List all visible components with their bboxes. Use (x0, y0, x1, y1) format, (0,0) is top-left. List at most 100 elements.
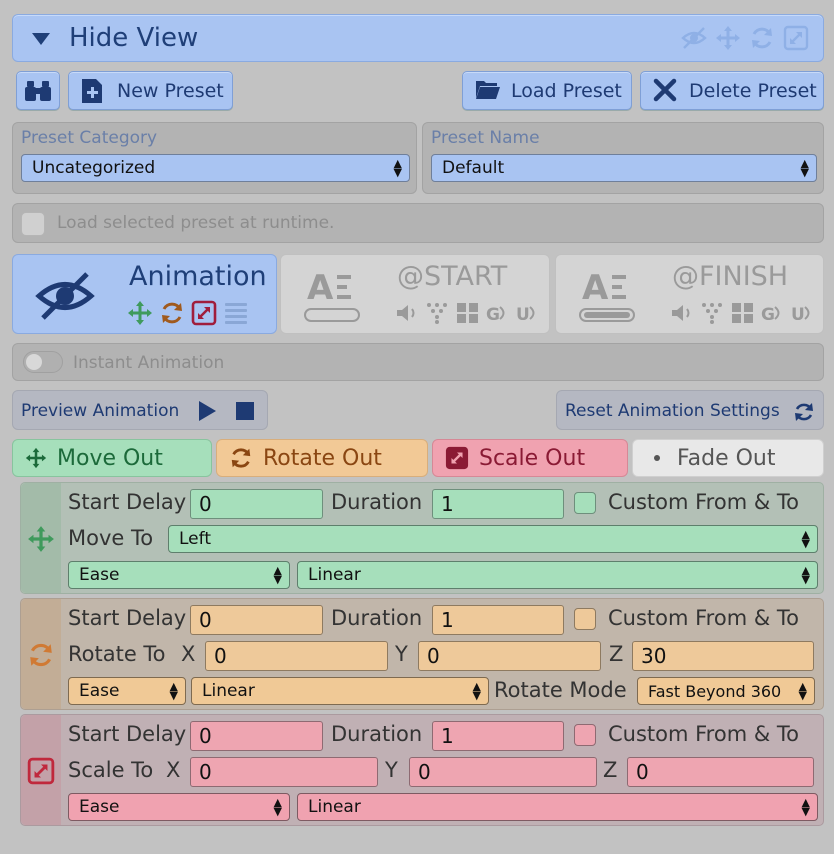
rotate-curve-value: Linear (202, 681, 255, 701)
rotate-ease-select[interactable]: Ease ▲ ▼ (68, 677, 186, 705)
rotate-icon (27, 641, 55, 669)
scale-z-value: 0 (636, 760, 649, 784)
tab-fade-out-label: Fade Out (677, 445, 776, 471)
rotate-mode-select[interactable]: Fast Beyond 360 ▲ ▼ (637, 677, 815, 705)
refresh-icon (793, 401, 815, 423)
select-arrows-icon: ▲ ▼ (801, 528, 810, 550)
preset-category-label: Preset Category (21, 128, 158, 148)
move-curve-select[interactable]: Linear ▲ ▼ (297, 561, 818, 589)
tab-animation[interactable]: Animation (12, 254, 277, 334)
rotate-curve-select[interactable]: Linear ▲ ▼ (191, 677, 489, 705)
instant-animation-toggle[interactable] (23, 351, 63, 373)
svg-text:G: G (761, 305, 775, 325)
tab-animation-label: Animation (129, 261, 267, 292)
close-icon (653, 78, 679, 104)
move-start-delay-value: 0 (199, 492, 212, 516)
rotate-icon[interactable] (749, 25, 775, 51)
scale-y-label: Y (385, 758, 398, 782)
tab-scale-out[interactable]: Scale Out (432, 439, 628, 477)
scale-start-delay-label: Start Delay (68, 722, 187, 746)
move-ease-select[interactable]: Ease ▲ ▼ (68, 561, 290, 589)
select-arrows-icon: ▲ ▼ (273, 796, 282, 818)
tab-fade-out[interactable]: Fade Out (632, 439, 824, 477)
tab-start-icons: G U (395, 301, 541, 325)
move-to-select[interactable]: Left ▲ ▼ (168, 525, 818, 553)
move-panel: Start Delay 0 Duration 1 Custom From & T… (20, 482, 824, 594)
scale-icon (27, 757, 55, 785)
select-arrows-icon: ▲ ▼ (801, 796, 810, 818)
instant-animation-row: Instant Animation (12, 343, 824, 381)
tab-rotate-out[interactable]: Rotate Out (216, 439, 428, 477)
new-preset-label: New Preset (117, 79, 224, 102)
move-icon (25, 447, 47, 469)
svg-text:G: G (486, 305, 500, 325)
particles-icon (702, 303, 722, 324)
eye-slash-icon[interactable] (681, 25, 707, 51)
scale-start-delay-input[interactable]: 0 (190, 721, 323, 751)
preset-category-box: Preset Category Uncategorized ▲ ▼ (12, 122, 417, 194)
delete-preset-button[interactable]: Delete Preset (640, 71, 824, 110)
move-duration-input[interactable]: 1 (432, 489, 564, 519)
rotate-z-value: 30 (641, 644, 667, 668)
scale-curve-value: Linear (308, 797, 361, 817)
scale-custom-checkbox[interactable] (574, 724, 596, 746)
new-preset-button[interactable]: New Preset (68, 71, 233, 110)
rotate-x-input[interactable]: 0 (205, 641, 388, 671)
rotate-panel: Start Delay 0 Duration 1 Custom From & T… (20, 598, 824, 710)
instant-animation-label: Instant Animation (73, 353, 225, 373)
rotate-mode-value: Fast Beyond 360 (648, 681, 782, 701)
preview-animation-bar: Preview Animation (12, 390, 268, 430)
scale-z-input[interactable]: 0 (627, 757, 814, 787)
play-icon[interactable] (197, 400, 217, 422)
move-start-delay-input[interactable]: 0 (190, 489, 323, 519)
scale-icon[interactable] (783, 25, 809, 51)
scale-duration-input[interactable]: 1 (432, 721, 564, 751)
preset-name-select[interactable]: Default ▲ ▼ (431, 154, 817, 182)
tab-move-out[interactable]: Move Out (12, 439, 212, 477)
move-icon (127, 300, 153, 326)
select-arrows-icon: ▲ ▼ (800, 157, 809, 179)
move-start-delay-label: Start Delay (68, 490, 187, 514)
rotate-duration-input[interactable]: 1 (432, 605, 564, 635)
load-at-runtime-label: Load selected preset at runtime. (57, 213, 335, 233)
search-presets-button[interactable] (16, 71, 60, 110)
header-bar[interactable]: Hide View (12, 14, 824, 62)
tab-start[interactable]: A @START G U (280, 254, 550, 334)
grid-icon (732, 303, 753, 323)
fade-icon (223, 300, 249, 326)
game-event-icon: G (486, 305, 505, 325)
reset-animation-button[interactable]: Reset Animation Settings (556, 390, 824, 430)
svg-text:U: U (516, 305, 530, 325)
move-custom-checkbox[interactable] (574, 492, 596, 514)
rotate-icon (229, 446, 253, 470)
preset-name-label: Preset Name (431, 128, 540, 148)
load-at-runtime-row: Load selected preset at runtime. (12, 203, 824, 243)
load-preset-button[interactable]: Load Preset (462, 71, 632, 110)
select-arrows-icon: ▲ ▼ (472, 680, 481, 702)
move-icon (27, 525, 55, 553)
rotate-y-input[interactable]: 0 (418, 641, 601, 671)
move-icon[interactable] (715, 25, 741, 51)
stop-icon[interactable] (235, 401, 255, 421)
preset-name-value: Default (442, 158, 505, 178)
unity-event-icon: U (516, 305, 535, 325)
scale-x-value: 0 (199, 760, 212, 784)
tab-finish-label: @FINISH (672, 261, 789, 292)
load-preset-label: Load Preset (511, 79, 622, 102)
scale-y-input[interactable]: 0 (409, 757, 597, 787)
scale-ease-select[interactable]: Ease ▲ ▼ (68, 793, 290, 821)
tab-rotate-out-label: Rotate Out (263, 445, 382, 471)
rotate-start-delay-input[interactable]: 0 (190, 605, 323, 635)
load-at-runtime-checkbox[interactable] (21, 212, 45, 236)
scale-to-label: Scale To (68, 758, 154, 782)
move-curve-value: Linear (308, 565, 361, 585)
scale-curve-select[interactable]: Linear ▲ ▼ (297, 793, 818, 821)
preset-category-select[interactable]: Uncategorized ▲ ▼ (21, 154, 410, 182)
scale-custom-label: Custom From & To (608, 722, 799, 746)
collapse-triangle-icon[interactable] (31, 32, 51, 46)
scale-x-input[interactable]: 0 (190, 757, 378, 787)
rotate-z-input[interactable]: 30 (632, 641, 814, 671)
tab-finish[interactable]: A @FINISH G U (555, 254, 824, 334)
tab-move-out-label: Move Out (57, 445, 163, 471)
rotate-custom-checkbox[interactable] (574, 608, 596, 630)
